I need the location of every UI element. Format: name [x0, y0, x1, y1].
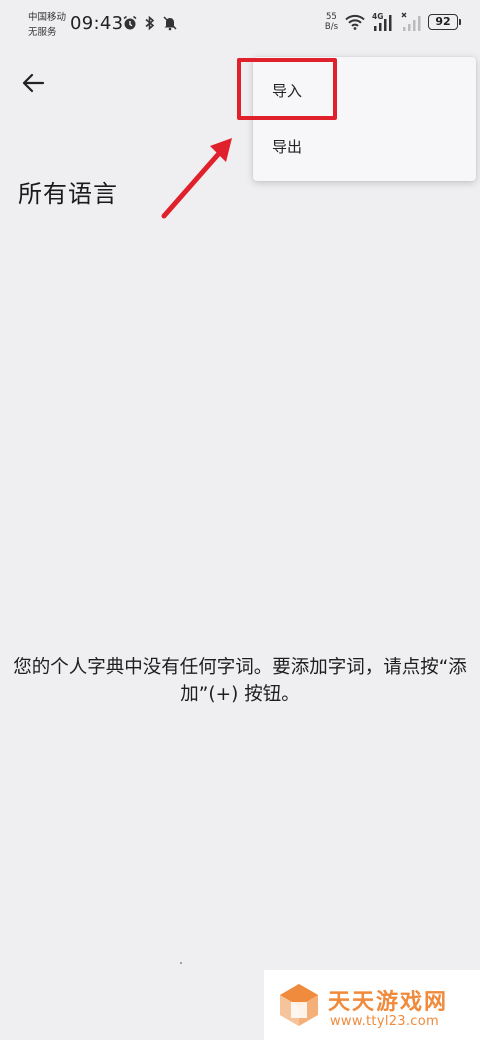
carrier-name: 中国移动	[28, 12, 67, 23]
net-speed-value: 55	[326, 12, 337, 22]
watermark-logo-icon	[280, 984, 318, 1026]
alarm-icon	[123, 15, 137, 30]
signal-bars-icon	[374, 15, 392, 31]
watermark: 天天游戏网 www.ttyl23.com	[264, 970, 480, 1040]
wifi-icon	[345, 14, 365, 30]
pointer-arrow-annotation	[161, 138, 232, 219]
no-signal-icon	[401, 12, 421, 31]
battery-indicator: 92	[428, 14, 461, 30]
carrier-info: 中国移动 无服务	[28, 10, 66, 40]
status-icons-left	[122, 15, 178, 31]
service-status: 无服务	[28, 27, 57, 38]
bluetooth-icon	[145, 15, 155, 31]
highlight-annotation-box	[237, 58, 337, 120]
net-speed-unit: B/s	[324, 22, 338, 32]
back-arrow-icon[interactable]	[18, 68, 48, 98]
dot	[180, 962, 182, 964]
page-title: 所有语言	[18, 180, 118, 208]
cellular-signal-4g: 4G	[372, 12, 394, 32]
watermark-url: www.ttyl23.com	[330, 1014, 439, 1029]
status-bar: 中国移动 无服务 09:43 55 B/s 4G 92	[0, 0, 480, 44]
mute-bell-icon	[163, 16, 177, 31]
empty-state-message: 您的个人字典中没有任何字词。要添加字词，请点按“添加”(+) 按钮。	[13, 657, 467, 705]
net-speed: 55 B/s	[325, 12, 338, 32]
status-time: 09:43	[70, 13, 124, 34]
status-icons-right: 55 B/s 4G 92	[325, 12, 461, 32]
menu-item-export[interactable]: 导出	[253, 119, 476, 175]
watermark-title: 天天游戏网	[328, 990, 449, 1015]
